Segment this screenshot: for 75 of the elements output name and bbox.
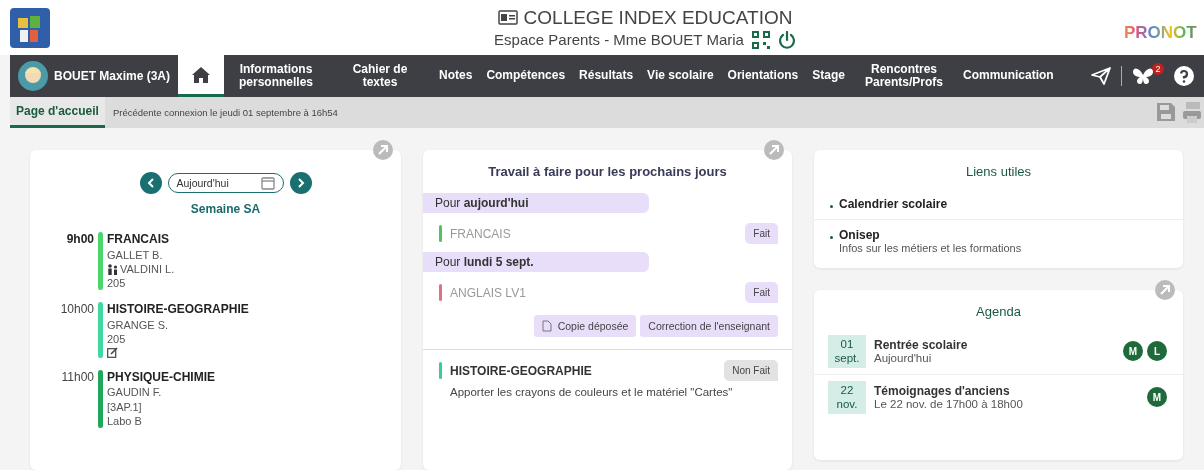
lesson-subject: HISTOIRE-GEOGRAPHIE: [107, 302, 249, 319]
card-title: Liens utiles: [964, 164, 1032, 179]
nav-tab[interactable]: Vie scolaire: [640, 55, 721, 97]
butterfly-icon[interactable]: [1132, 67, 1154, 85]
notification-badge: 2: [1152, 63, 1164, 75]
event-date: 01 sept.: [828, 335, 866, 368]
nav-tab[interactable]: Notes: [432, 55, 480, 97]
school-name: COLLEGE INDEX EDUCATION: [523, 6, 793, 29]
homework-subject: FRANCAIS: [450, 226, 512, 241]
chevron-right-icon: [296, 178, 305, 188]
lesson-detail: VALDINI L.: [120, 261, 175, 277]
parent-space-title: Espace Parents - Mme BOUET Maria: [494, 31, 744, 48]
status-button[interactable]: Non Fait: [724, 360, 778, 381]
link[interactable]: Calendrier scolaire: [839, 197, 948, 211]
lesson-time: 9h00: [65, 232, 94, 248]
lesson-time: 10h00: [59, 302, 94, 319]
status-button[interactable]: Fait: [745, 223, 778, 244]
link[interactable]: Onisep: [839, 228, 880, 242]
avatar-icon: [18, 61, 48, 91]
event-title: Rentrée scolaire: [874, 338, 969, 353]
lesson-detail: 205: [107, 332, 126, 347]
attachment-button[interactable]: Copie déposée: [533, 315, 637, 337]
chevron-left-icon: [146, 178, 155, 188]
nav-tab[interactable]: Orientations: [720, 55, 806, 97]
nav-tab[interactable]: Résultats: [572, 55, 641, 97]
school-logo: [10, 7, 50, 48]
lesson-detail: GAUDIN F.: [107, 385, 162, 400]
lesson-detail: [3AP.1]: [107, 399, 142, 414]
people-icon: [107, 263, 119, 275]
audience-badge: M: [1123, 341, 1143, 362]
lesson-subject: PHYSIQUE-CHIMIE: [107, 369, 215, 386]
lesson-time: 11h00: [60, 369, 94, 386]
nav-tab[interactable]: Compétences: [479, 55, 573, 97]
lesson-detail: GRANGE S.: [107, 318, 169, 333]
edit-note-icon: [107, 346, 118, 358]
audience-badge: L: [1147, 341, 1167, 362]
link-description: Infos sur les métiers et les formations: [839, 242, 1022, 254]
homework-description: Apporter les crayons de couleurs et le matériel "Cartes": [450, 385, 734, 400]
nav-tab[interactable]: Communication: [956, 55, 1060, 97]
student-selector[interactable]: BOUET Maxime (3A): [10, 55, 179, 97]
lesson-detail: 205: [107, 276, 126, 291]
pdf-file-icon: [541, 320, 552, 332]
attachment-button[interactable]: Correction de l'enseignant: [640, 315, 778, 337]
home-icon: [191, 65, 212, 84]
lesson-subject: FRANCAIS: [107, 232, 169, 248]
audience-badge: M: [1147, 387, 1167, 408]
card-title: Agenda: [975, 304, 1022, 319]
home-tab[interactable]: [178, 55, 225, 97]
nav-tab[interactable]: Rencontres Parents/Profs: [852, 55, 956, 97]
event-title: Témoignages d'anciens: [874, 384, 1011, 399]
qr-code-icon[interactable]: [751, 30, 770, 49]
card-title: Travail à faire pour les prochains jours: [487, 164, 728, 179]
last-login-text: Précédente connexion le jeudi 01 septembre à 16h54: [112, 107, 338, 118]
power-icon[interactable]: [777, 30, 796, 49]
homework-subject: ANGLAIS LV1: [450, 285, 527, 300]
previous-day-button[interactable]: [139, 172, 162, 194]
calendar-icon: [260, 176, 275, 190]
event-date: 22 nov.: [828, 380, 866, 414]
lesson-detail: GALLET B.: [107, 247, 163, 262]
week-label: Semaine SA: [189, 202, 262, 216]
lesson-detail: Labo B: [107, 413, 142, 429]
id-card-icon: [497, 10, 518, 25]
due-date-heading: Pour aujourd'hui: [423, 193, 649, 213]
send-icon[interactable]: [1091, 67, 1111, 85]
nav-tab[interactable]: Informations personnelles: [224, 55, 329, 97]
event-time: Le 22 nov. de 17h00 à 18h00: [874, 398, 1024, 411]
due-date-heading: Pour lundi 5 sept.: [423, 252, 649, 272]
help-icon[interactable]: [1174, 66, 1194, 86]
status-button[interactable]: Fait: [745, 282, 778, 303]
nav-tab[interactable]: Stage: [805, 55, 852, 97]
next-day-button[interactable]: [289, 172, 312, 194]
home-page-tab[interactable]: Page d'accueil: [10, 97, 105, 128]
homework-subject: HISTOIRE-GEOGRAPHIE: [450, 363, 593, 378]
nav-tab[interactable]: Cahier de textes: [328, 55, 433, 97]
event-time: Aujourd'hui: [874, 352, 933, 365]
